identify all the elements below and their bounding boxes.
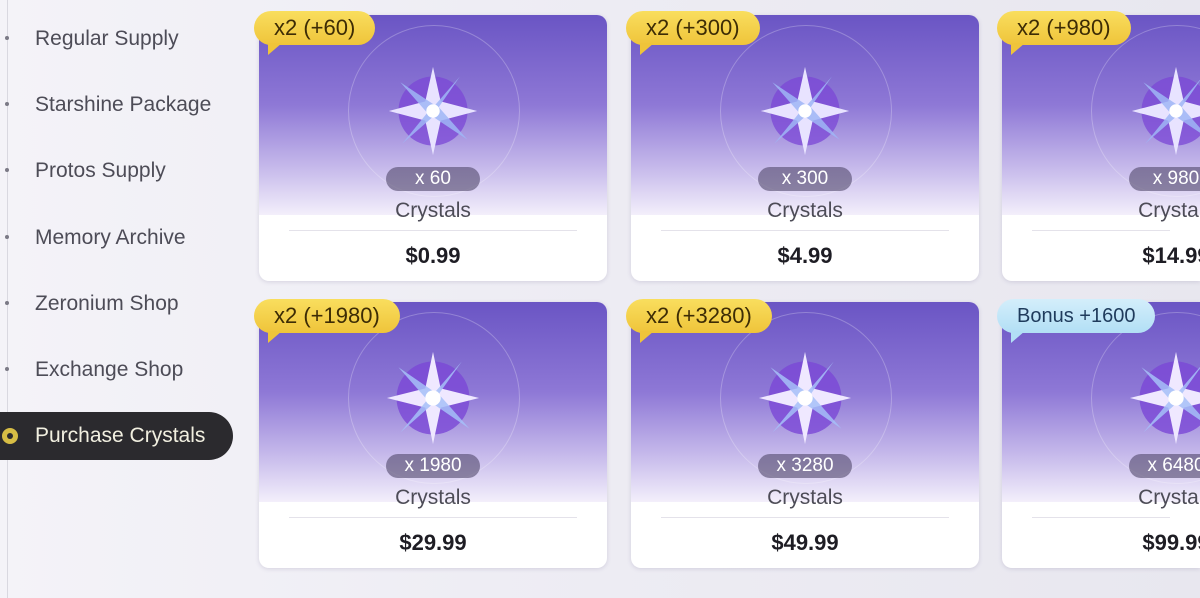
card-divider xyxy=(1032,230,1170,231)
bonus-badge: x2 (+300) xyxy=(626,11,760,55)
crystal-star-icon xyxy=(1129,351,1200,445)
sidebar-item-exchange-shop[interactable]: Exchange Shop xyxy=(0,346,235,394)
quantity-pill: x 60 xyxy=(386,167,480,191)
active-indicator-icon xyxy=(0,426,20,446)
crystal-star-icon xyxy=(388,66,478,156)
sidebar-item-label: Regular Supply xyxy=(35,27,179,50)
quantity-pill: x 1980 xyxy=(386,454,480,478)
price-label: $29.99 xyxy=(399,530,467,555)
shop-sidebar: Regular Supply Starshine Package Protos … xyxy=(0,0,240,598)
nav-bullet-icon xyxy=(5,367,9,371)
card-divider xyxy=(289,517,577,518)
product-name: Crystals xyxy=(395,199,471,222)
crystal-pack-card[interactable]: x 60 Crystals $0.99 xyxy=(259,15,607,281)
card-divider xyxy=(661,517,949,518)
nav-bullet-icon xyxy=(5,235,9,239)
nav-bullet-icon xyxy=(5,36,9,40)
crystal-pack-card[interactable]: x 6480 Crystals $99.99 xyxy=(1002,302,1200,568)
sidebar-item-label: Exchange Shop xyxy=(35,358,184,381)
crystal-star-icon xyxy=(760,66,850,156)
sidebar-item-protos-supply[interactable]: Protos Supply xyxy=(0,147,235,195)
nav-bullet-icon xyxy=(5,301,9,305)
quantity-pill: x 980 xyxy=(1129,167,1200,191)
crystal-pack-card[interactable]: x 1980 Crystals $29.99 xyxy=(259,302,607,568)
sidebar-item-zeronium-shop[interactable]: Zeronium Shop xyxy=(0,280,235,328)
nav-bullet-icon xyxy=(5,168,9,172)
card-divider xyxy=(289,230,577,231)
product-name: Crystals xyxy=(1138,486,1200,509)
sidebar-item-label: Protos Supply xyxy=(35,159,166,182)
crystal-star-icon xyxy=(386,351,480,445)
crystal-pack-card[interactable]: x 3280 Crystals $49.99 xyxy=(631,302,979,568)
product-name: Crystals xyxy=(395,486,471,509)
price-label: $4.99 xyxy=(777,243,833,268)
sidebar-item-label: Memory Archive xyxy=(35,226,186,249)
price-label: $49.99 xyxy=(771,530,839,555)
bonus-badge: x2 (+3280) xyxy=(626,299,772,343)
bonus-badge: x2 (+1980) xyxy=(254,299,400,343)
price-label: $99.99 xyxy=(1142,530,1200,555)
sidebar-item-memory-archive[interactable]: Memory Archive xyxy=(0,214,235,262)
product-name: Crystals xyxy=(767,199,843,222)
bonus-badge: x2 (+980) xyxy=(997,11,1131,55)
sidebar-item-starshine-package[interactable]: Starshine Package xyxy=(0,81,235,129)
sidebar-item-purchase-crystals[interactable]: Purchase Crystals xyxy=(0,412,233,460)
quantity-pill: x 300 xyxy=(758,167,852,191)
bonus-badge: Bonus +1600 xyxy=(997,299,1156,343)
sidebar-item-label: Starshine Package xyxy=(35,93,212,116)
crystal-star-icon xyxy=(1131,66,1200,156)
card-divider xyxy=(1032,517,1170,518)
crystal-star-icon xyxy=(758,351,852,445)
product-name: Crystals xyxy=(1138,199,1200,222)
quantity-pill: x 3280 xyxy=(758,454,852,478)
crystal-pack-card[interactable]: x 300 Crystals $4.99 xyxy=(631,15,979,281)
price-label: $14.99 xyxy=(1142,243,1200,268)
crystal-pack-card[interactable]: x 980 Crystals $14.99 xyxy=(1002,15,1200,281)
sidebar-item-label: Purchase Crystals xyxy=(35,424,206,447)
bonus-badge: x2 (+60) xyxy=(254,11,376,55)
sidebar-item-label: Zeronium Shop xyxy=(35,292,179,315)
price-label: $0.99 xyxy=(405,243,461,268)
nav-bullet-icon xyxy=(5,102,9,106)
product-name: Crystals xyxy=(767,486,843,509)
sidebar-item-regular-supply[interactable]: Regular Supply xyxy=(0,15,235,63)
quantity-pill: x 6480 xyxy=(1129,454,1200,478)
card-divider xyxy=(661,230,949,231)
